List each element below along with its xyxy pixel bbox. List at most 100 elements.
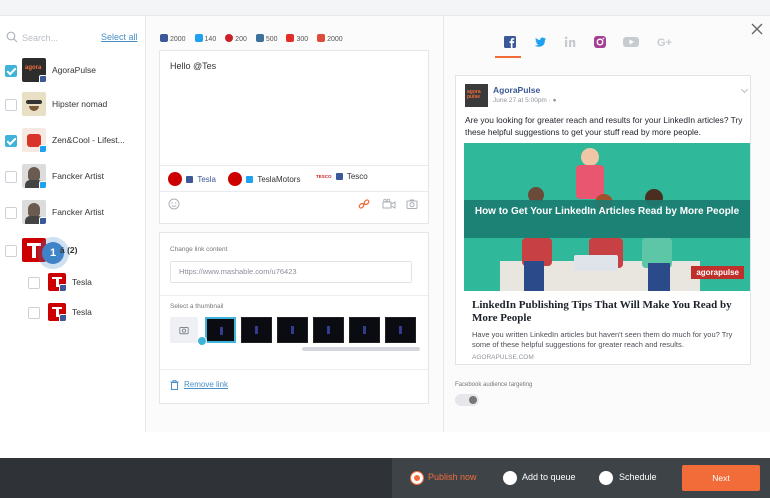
link-title[interactable]: LinkedIn Publishing Tips That Will Make …: [472, 299, 742, 325]
audience-targeting-toggle[interactable]: [455, 394, 479, 406]
limit-youtube: 300: [286, 34, 308, 43]
account-row[interactable]: Tesla: [0, 298, 146, 328]
mention-label: TeslaMotors: [257, 175, 301, 184]
agorapulse-logo: agorapulse: [691, 266, 744, 279]
publish-now-label[interactable]: Publish now: [428, 472, 477, 482]
limit-twitter: 140: [194, 34, 216, 43]
tab-instagram[interactable]: [592, 34, 608, 50]
account-checkbox[interactable]: [5, 135, 17, 147]
mention-suggestion[interactable]: TESCO Tesco: [316, 172, 368, 181]
avatar: agora: [22, 58, 46, 82]
thumbnail-option[interactable]: [385, 317, 416, 343]
active-tab-indicator: [495, 56, 521, 58]
accounts-panel: Select all agora AgoraPulse Hipster noma…: [0, 16, 146, 432]
account-name: Hipster nomad: [52, 99, 108, 109]
tab-facebook[interactable]: [502, 34, 518, 50]
limit-pinterest: 200: [225, 34, 247, 43]
link-content-box: Change link content Https://www.mashable…: [159, 232, 429, 404]
tab-linkedin[interactable]: [562, 34, 578, 50]
tab-google-plus[interactable]: G+: [656, 34, 676, 50]
facebook-icon: [186, 176, 194, 183]
account-name: Tesla: [72, 277, 92, 287]
divider: [160, 295, 428, 296]
trash-icon: [170, 380, 179, 390]
account-checkbox[interactable]: [28, 277, 40, 289]
thumbnail-glint: [327, 326, 330, 334]
camera-icon[interactable]: [406, 198, 418, 210]
close-icon[interactable]: [750, 22, 764, 36]
limit-value: 200: [235, 36, 247, 43]
thumbnail-glint: [363, 326, 366, 334]
emoji-icon[interactable]: [168, 198, 180, 210]
thumbnail-glint: [291, 326, 294, 334]
schedule-radio[interactable]: [599, 471, 613, 485]
account-row[interactable]: Fancker Artist: [0, 198, 146, 228]
tab-twitter[interactable]: [532, 34, 548, 50]
remove-link-button[interactable]: Remove link: [184, 380, 228, 389]
search-input[interactable]: [22, 30, 92, 46]
thumbnail-option[interactable]: [205, 317, 236, 343]
account-group-name: á (2): [60, 245, 78, 255]
account-checkbox[interactable]: [5, 207, 17, 219]
toggle-knob: [469, 396, 477, 404]
tesla-t-stem: [32, 246, 36, 258]
portrait-icon: [28, 167, 40, 181]
account-row[interactable]: agora AgoraPulse: [0, 56, 146, 86]
add-to-queue-radio[interactable]: [503, 471, 517, 485]
post-author[interactable]: AgoraPulse: [493, 85, 540, 95]
publish-now-radio[interactable]: [410, 471, 424, 485]
thumbnail-option[interactable]: [313, 317, 344, 343]
account-checkbox[interactable]: [28, 307, 40, 319]
avatar: [22, 164, 46, 188]
chevron-down-icon[interactable]: [740, 85, 749, 94]
thumbnail-glint: [255, 326, 258, 334]
account-name: Fancker Artist: [52, 171, 104, 181]
thumbnail-option[interactable]: [277, 317, 308, 343]
link-url-input[interactable]: Https://www.mashable.com/u76423: [170, 261, 412, 283]
account-row[interactable]: Tesla: [0, 268, 146, 298]
message-editor[interactable]: Hello @Tes Tesla TeslaMotors TESCO Tesco: [159, 50, 429, 224]
account-checkbox[interactable]: [5, 99, 17, 111]
twitter-icon: [246, 176, 254, 183]
link-description: Have you written LinkedIn articles but h…: [472, 330, 733, 349]
thumbnail-picker: [170, 317, 420, 346]
link-domain: AGORAPULSE.COM: [472, 354, 534, 361]
limit-facebook: 2000: [160, 34, 186, 43]
image-headline: How to Get Your LinkedIn Articles Read b…: [474, 206, 740, 217]
pinterest-icon: [225, 34, 234, 42]
account-checkbox[interactable]: [5, 65, 17, 77]
avatar: [22, 128, 46, 152]
mention-suggestion[interactable]: TeslaMotors: [228, 172, 300, 186]
account-group-row[interactable]: 1 á (2): [0, 236, 146, 266]
tesla-logo: [228, 172, 242, 186]
limit-value: 500: [265, 36, 278, 43]
account-row[interactable]: Fancker Artist: [0, 162, 146, 192]
limit-google-plus: 2000: [317, 34, 343, 43]
mention-suggestion[interactable]: Tesla: [168, 172, 216, 186]
google-plus-icon: [317, 34, 326, 42]
select-all-link[interactable]: Select all: [101, 32, 138, 42]
account-name: Zen&Cool - Lifest...: [52, 135, 125, 145]
link-icon[interactable]: [358, 198, 370, 210]
schedule-label[interactable]: Schedule: [619, 472, 657, 482]
thumbnail-scrollbar[interactable]: [302, 347, 420, 351]
thumbnail-glint: [220, 327, 223, 335]
account-checkbox[interactable]: [5, 171, 17, 183]
account-row[interactable]: Zen&Cool - Lifest...: [0, 126, 146, 156]
message-text[interactable]: Hello @Tes: [170, 61, 216, 71]
account-checkbox[interactable]: [5, 245, 17, 257]
add-to-queue-label[interactable]: Add to queue: [522, 472, 576, 482]
audience-targeting-label: Facebook audience targeting: [455, 382, 533, 388]
post-date: June 27 at 5:00pm · ●: [493, 97, 557, 104]
next-button[interactable]: Next: [682, 465, 760, 491]
thumbnail-glint: [399, 326, 402, 334]
thumbnail-option[interactable]: [241, 317, 272, 343]
selected-check-icon: [197, 336, 207, 346]
thumbnail-option[interactable]: [349, 317, 380, 343]
tab-youtube[interactable]: [622, 34, 640, 50]
account-row[interactable]: Hipster nomad: [0, 90, 146, 120]
facebook-post-preview: agora pulse AgoraPulse June 27 at 5:00pm…: [455, 75, 751, 365]
video-icon[interactable]: [382, 198, 396, 210]
link-image: How to Get Your LinkedIn Articles Read b…: [464, 143, 750, 291]
upload-thumbnail-button[interactable]: [170, 317, 198, 343]
